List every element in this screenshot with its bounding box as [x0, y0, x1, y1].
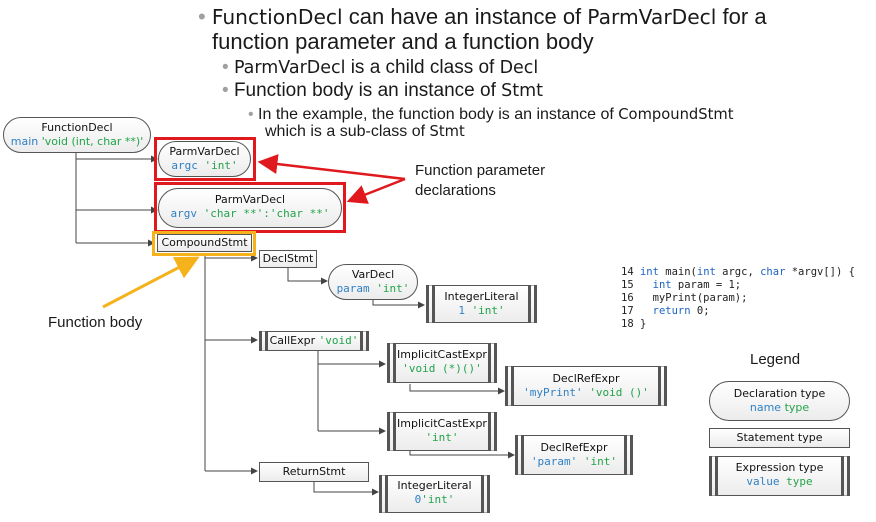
legend-value: value: [746, 475, 780, 488]
legend-type: type: [784, 401, 810, 414]
node-name: argc: [171, 159, 198, 172]
legend-label: Expression type: [735, 461, 824, 474]
parm-var-decl-argc-node: ParmVarDecl argc 'int': [158, 141, 251, 177]
node-name: param: [336, 282, 370, 295]
line-number: 16: [621, 292, 640, 304]
code-keyword: int: [652, 279, 672, 291]
node-type: 'char **':'char **': [203, 207, 330, 220]
code-token: *argv[]) {: [785, 266, 855, 278]
node-kind: ParmVarDecl: [169, 145, 240, 158]
node-kind: ReturnStmt: [282, 465, 346, 478]
legend-label: Declaration type: [733, 387, 826, 400]
node-kind: FunctionDecl: [41, 121, 113, 134]
node-type: 'int': [471, 304, 505, 317]
annotation-line: Function parameter: [415, 162, 546, 179]
node-type: 'int': [425, 431, 459, 444]
var-decl-node: VarDecl param 'int': [328, 264, 418, 300]
legend-expression-type: Expression type value type: [709, 456, 850, 496]
node-kind: IntegerLiteral: [397, 479, 472, 492]
node-kind: DeclStmt: [262, 252, 314, 265]
function-decl-edges: [75, 150, 158, 247]
function-body-annotation: Function body: [48, 314, 143, 331]
line-number: 14: [621, 266, 640, 278]
integer-literal-0-node: IntegerLiteral 0'int': [379, 475, 490, 513]
body-annotation-arrow: [102, 256, 200, 309]
annotation-line: declarations: [415, 182, 496, 199]
code-keyword: char: [760, 266, 786, 278]
code-token: argc,: [715, 266, 761, 278]
code-line: 15 int param = 1;: [621, 279, 855, 292]
code-token: main(: [658, 266, 697, 278]
code-token: param = 1;: [671, 279, 742, 291]
function-decl-node: FunctionDecl main 'void (int, char **)': [3, 117, 151, 153]
node-value: 1: [458, 304, 465, 317]
implicit-cast-expr-1-node: ImplicitCastExpr 'void (*)()': [387, 343, 497, 383]
compound-stmt-node: CompoundStmt: [157, 234, 252, 252]
parm-var-decl-argv-node: ParmVarDecl argv 'char **':'char **': [158, 188, 342, 228]
source-code-listing: 14 int main(int argc, char *argv[]) {15 …: [621, 266, 855, 331]
node-type: 'void (*)()': [402, 362, 482, 375]
node-kind: DeclRefExpr: [540, 441, 608, 454]
implicit-cast-expr-2-node: ImplicitCastExpr 'int': [387, 412, 497, 451]
return-stmt-edges: [313, 481, 379, 496]
node-value: 'param': [530, 455, 578, 468]
compound-stmt-edges: [204, 253, 258, 475]
code-line: 18 }: [621, 318, 855, 331]
node-kind: CompoundStmt: [161, 236, 248, 249]
code-keyword: int: [696, 266, 716, 278]
legend-type: type: [786, 475, 813, 488]
param-declarations-annotation: Function parameter declarations: [415, 161, 545, 201]
code-token: myPrint(param);: [639, 292, 748, 304]
node-kind: ImplicitCastExpr: [397, 348, 487, 361]
decl-stmt-node: DeclStmt: [259, 250, 317, 268]
legend-name: name: [749, 401, 782, 414]
line-number: 17: [621, 305, 640, 317]
node-kind: ParmVarDecl: [214, 193, 286, 206]
legend-declaration-type: Declaration type name type: [709, 381, 850, 421]
line-number: 15: [621, 279, 640, 291]
node-type: 'void (int, char **)': [41, 135, 144, 148]
node-type: 'int': [376, 282, 410, 295]
node-value: 'myPrint': [523, 386, 583, 399]
code-keyword: int: [639, 266, 659, 278]
node-type: 'void': [318, 334, 359, 347]
code-keyword: return: [652, 305, 691, 317]
node-kind: DeclRefExpr: [552, 372, 620, 385]
code-token: 0;: [690, 305, 710, 317]
node-type: 'int': [421, 493, 455, 506]
line-number: 18: [621, 318, 640, 330]
code-line: 14 int main(int argc, char *argv[]) {: [621, 266, 855, 279]
return-stmt-node: ReturnStmt: [259, 462, 369, 482]
legend-title: Legend: [750, 351, 801, 368]
legend-label: Statement type: [736, 431, 823, 444]
decl-ref-expr-1-node: DeclRefExpr 'myPrint' 'void ()': [505, 366, 667, 406]
code-line: 16 myPrint(param);: [621, 292, 855, 305]
code-line: 17 return 0;: [621, 305, 855, 318]
node-type: 'void ()': [589, 386, 649, 399]
node-name: argv: [170, 207, 198, 220]
node-kind: VarDecl: [351, 268, 395, 281]
legend-statement-type: Statement type: [709, 428, 850, 448]
node-kind: CallExpr: [269, 334, 316, 347]
call-expr-node: CallExpr 'void': [259, 331, 369, 351]
node-kind: IntegerLiteral: [444, 290, 519, 303]
code-token: }: [639, 318, 647, 330]
decl-ref-expr-2-node: DeclRefExpr 'param' 'int': [515, 435, 633, 475]
node-name: main: [10, 135, 39, 148]
node-kind: ImplicitCastExpr: [397, 417, 487, 430]
node-type: 'int': [583, 455, 618, 468]
integer-literal-1-node: IntegerLiteral 1 'int': [426, 285, 537, 323]
node-type: 'int': [204, 159, 238, 172]
